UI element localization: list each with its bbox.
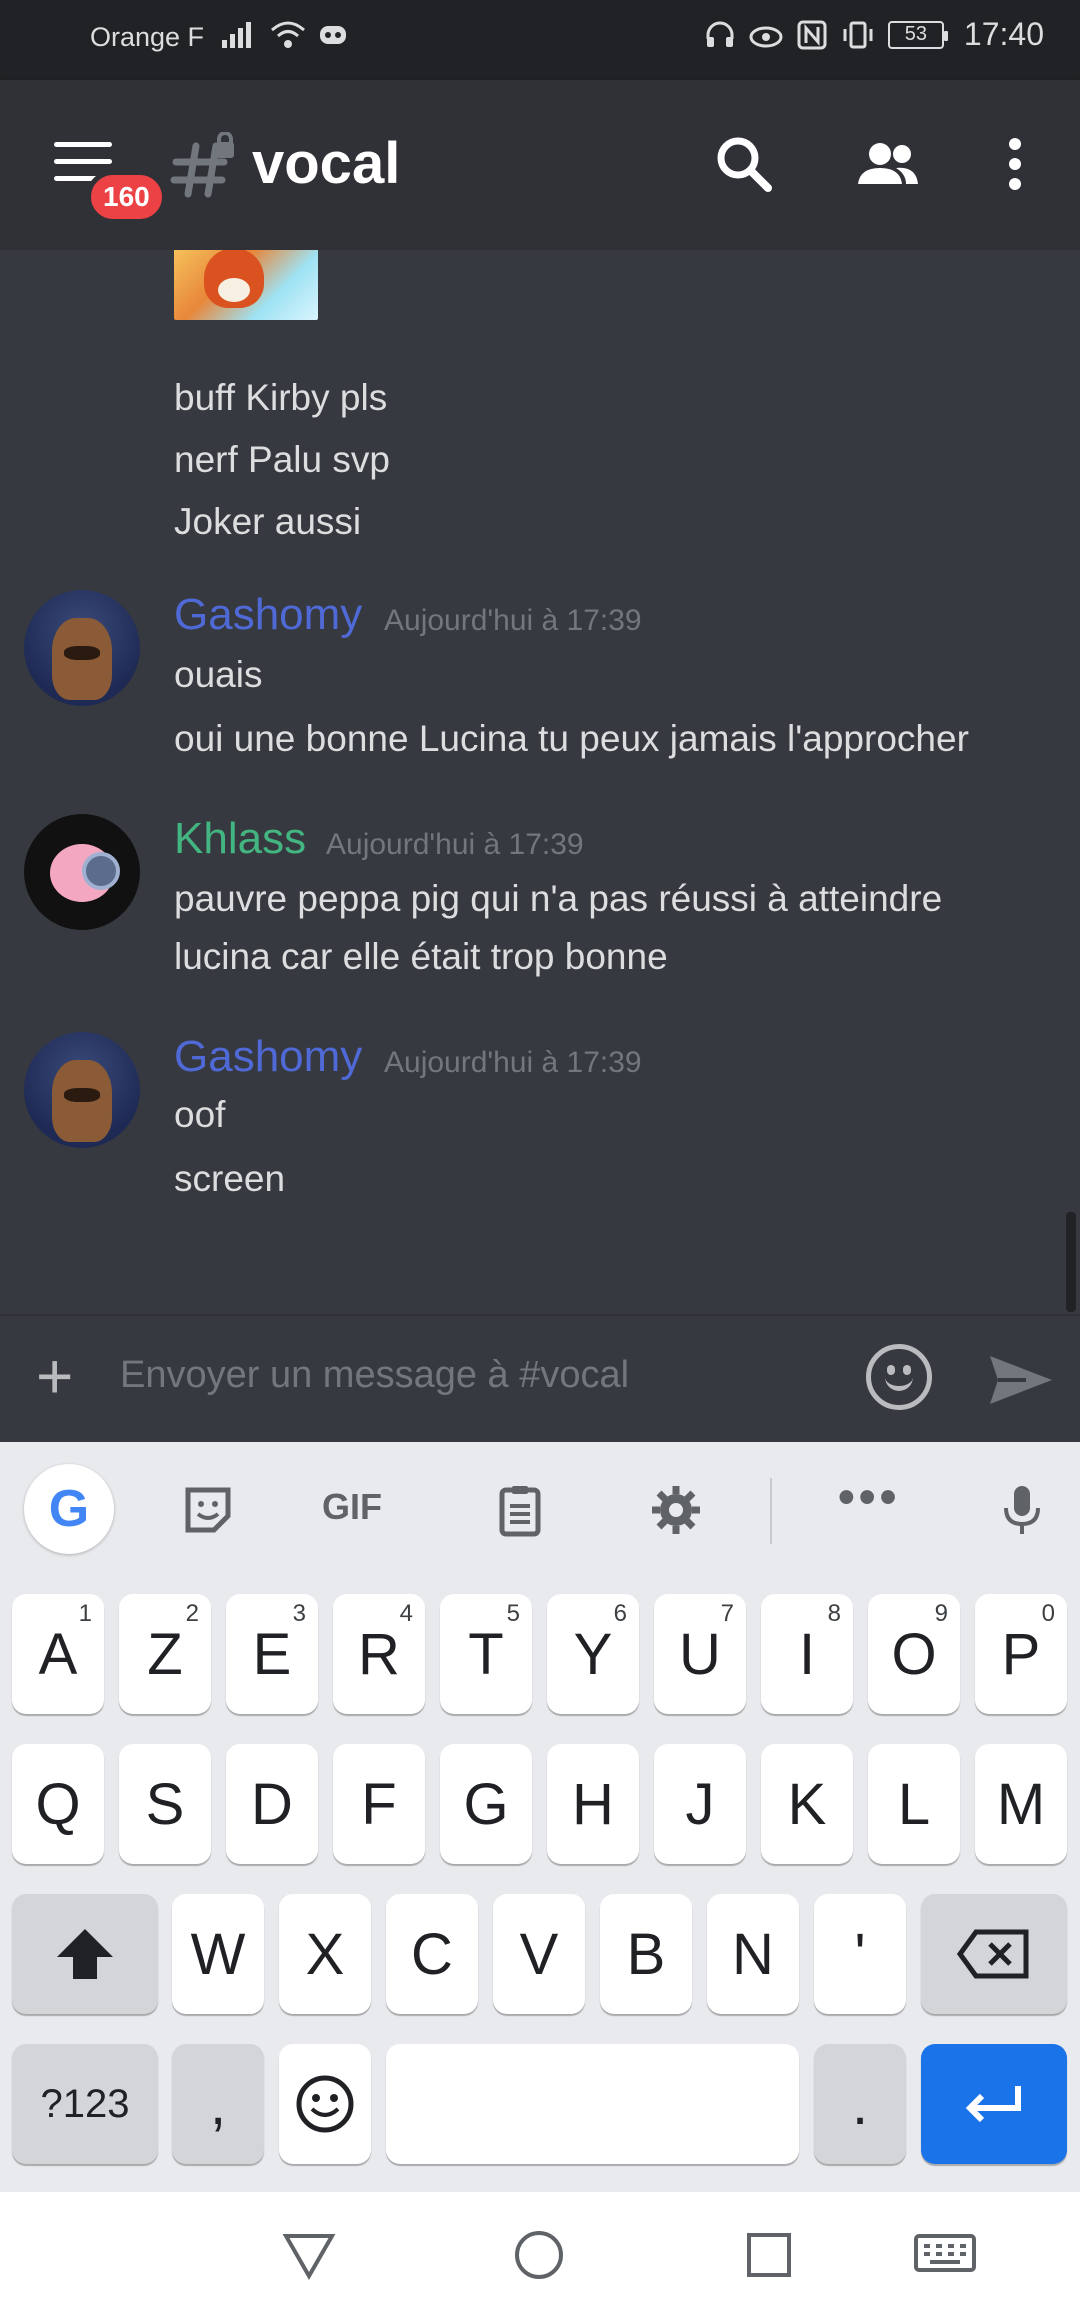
- sticker-icon[interactable]: [180, 1482, 236, 1538]
- key-g[interactable]: G: [440, 1744, 532, 1864]
- key-q[interactable]: Q: [12, 1744, 104, 1864]
- emoji-icon: [296, 2075, 354, 2133]
- send-icon[interactable]: [986, 1350, 1056, 1410]
- key-y[interactable]: Y6: [547, 1594, 639, 1714]
- members-icon[interactable]: [852, 132, 924, 196]
- key-b[interactable]: B: [600, 1894, 692, 2014]
- keyboard-toolbar: G GIF •••: [0, 1442, 1080, 1570]
- soft-keyboard: G GIF ••• A1 Z2 E3 R4 T5 Y6 U7 I8 O9 P0 …: [0, 1442, 1080, 2192]
- key-o[interactable]: O9: [868, 1594, 960, 1714]
- key-n[interactable]: N: [707, 1894, 799, 2014]
- eye-icon: [749, 26, 783, 47]
- enter-key[interactable]: [921, 2044, 1067, 2164]
- recents-icon[interactable]: [742, 2228, 796, 2282]
- shift-key[interactable]: [12, 1894, 158, 2014]
- author-name[interactable]: Gashomy: [174, 1032, 362, 1082]
- hamburger-icon: [54, 142, 112, 147]
- avatar[interactable]: [24, 590, 140, 706]
- carrier-label: Orange F: [90, 22, 205, 52]
- comma-key[interactable]: ,: [172, 2044, 264, 2164]
- image-attachment[interactable]: [174, 250, 318, 320]
- avatar[interactable]: [24, 814, 140, 930]
- system-nav-bar: [0, 2192, 1080, 2312]
- key-l[interactable]: L: [868, 1744, 960, 1864]
- shift-icon: [57, 1929, 113, 1979]
- nfc-icon: [797, 20, 827, 49]
- message-text: pauvre peppa pig qui n'a pas réussi à at…: [174, 878, 943, 919]
- message-composer: + Envoyer un message à #vocal: [0, 1314, 1080, 1442]
- battery-indicator: 53: [887, 20, 948, 49]
- message-text: ouais: [174, 654, 263, 695]
- message-timestamp: Aujourd'hui à 17:39: [384, 1046, 642, 1079]
- avatar[interactable]: [24, 1032, 140, 1148]
- period-key[interactable]: .: [814, 2044, 906, 2164]
- discord-notification-icon: [320, 26, 346, 44]
- enter-icon: [965, 2086, 1021, 2123]
- channel-name: vocal: [252, 131, 401, 196]
- message-timestamp: Aujourd'hui à 17:39: [384, 604, 642, 637]
- key-r[interactable]: R4: [333, 1594, 425, 1714]
- key-u[interactable]: U7: [654, 1594, 746, 1714]
- key-c[interactable]: C: [386, 1894, 478, 2014]
- symbols-key[interactable]: ?123: [12, 2044, 158, 2164]
- add-attachment-button[interactable]: +: [36, 1344, 73, 1408]
- keyboard-switch-icon[interactable]: [912, 2228, 978, 2282]
- message-text: oof: [174, 1094, 226, 1135]
- message-text: oui une bonne Lucina tu peux jamais l'ap…: [174, 718, 969, 759]
- signal-icon: [222, 22, 251, 48]
- key-t[interactable]: T5: [440, 1594, 532, 1714]
- message-text: lucina car elle était trop bonne: [174, 936, 668, 977]
- key-e[interactable]: E3: [226, 1594, 318, 1714]
- message-text: nerf Palu svp: [174, 439, 390, 480]
- key-h[interactable]: H: [547, 1744, 639, 1864]
- locked-channel-hash-icon: [170, 132, 234, 198]
- back-icon[interactable]: [282, 2228, 336, 2282]
- key-f[interactable]: F: [333, 1744, 425, 1864]
- home-icon[interactable]: [512, 2228, 566, 2282]
- key-j[interactable]: J: [654, 1744, 746, 1864]
- clock: 17:40: [963, 16, 1044, 52]
- gif-button[interactable]: GIF: [322, 1486, 402, 1542]
- message-text: buff Kirby pls: [174, 377, 388, 418]
- more-icon[interactable]: •••: [838, 1470, 908, 1526]
- channel-header: 160 vocal: [0, 80, 1080, 250]
- backspace-icon: [956, 1929, 1029, 1979]
- key-k[interactable]: K: [761, 1744, 853, 1864]
- key-apostrophe[interactable]: ': [814, 1894, 906, 2014]
- more-options-icon[interactable]: [1000, 132, 1030, 196]
- status-bar: Orange F 53 17:40: [0, 0, 1080, 80]
- clipboard-icon[interactable]: [492, 1482, 548, 1538]
- key-p[interactable]: P0: [975, 1594, 1067, 1714]
- google-search-button[interactable]: G: [24, 1464, 114, 1554]
- key-w[interactable]: W: [172, 1894, 264, 2014]
- message-list[interactable]: buff Kirby pls nerf Palu svp Joker aussi…: [0, 250, 1080, 1314]
- headphones-icon: [706, 21, 734, 47]
- search-icon[interactable]: [712, 132, 776, 196]
- key-z[interactable]: Z2: [119, 1594, 211, 1714]
- space-key[interactable]: [386, 2044, 799, 2164]
- key-i[interactable]: I8: [761, 1594, 853, 1714]
- key-d[interactable]: D: [226, 1744, 318, 1864]
- backspace-key[interactable]: [921, 1894, 1067, 2014]
- gear-icon[interactable]: [648, 1482, 704, 1538]
- message-text: screen: [174, 1158, 286, 1199]
- author-name[interactable]: Gashomy: [174, 590, 362, 640]
- key-a[interactable]: A1: [12, 1594, 104, 1714]
- scrollbar[interactable]: [1066, 1212, 1076, 1312]
- microphone-icon[interactable]: [994, 1482, 1050, 1538]
- author-name[interactable]: Khlass: [174, 814, 306, 864]
- key-s[interactable]: S: [119, 1744, 211, 1864]
- unread-badge: 160: [86, 170, 167, 224]
- vibrate-icon: [843, 21, 873, 48]
- emoji-button[interactable]: [866, 1344, 932, 1410]
- key-x[interactable]: X: [279, 1894, 371, 2014]
- message-text: Joker aussi: [174, 501, 362, 542]
- key-v[interactable]: V: [493, 1894, 585, 2014]
- emoji-key[interactable]: [279, 2044, 371, 2164]
- key-m[interactable]: M: [975, 1744, 1067, 1864]
- wifi-icon: [271, 21, 305, 48]
- message-timestamp: Aujourd'hui à 17:39: [326, 828, 584, 861]
- message-input[interactable]: Envoyer un message à #vocal: [120, 1354, 629, 1397]
